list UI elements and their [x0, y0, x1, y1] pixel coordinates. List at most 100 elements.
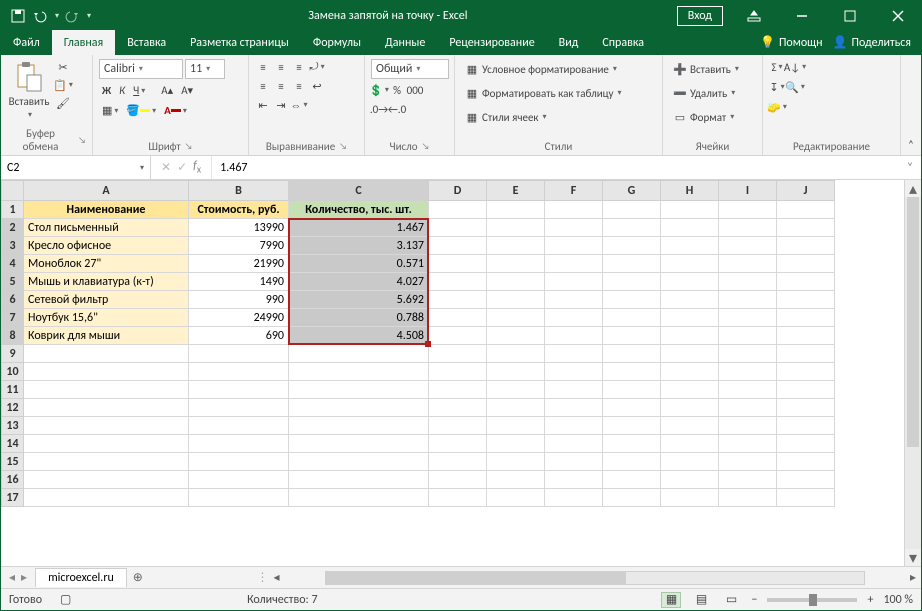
collapse-ribbon-icon[interactable]: ˄ [901, 55, 921, 155]
wrap-text-icon[interactable]: ↩ [309, 78, 325, 94]
cell[interactable]: Наименование [24, 201, 189, 219]
cell[interactable] [429, 345, 487, 363]
cell[interactable] [661, 489, 719, 507]
find-select-icon[interactable]: 🔍▾ [787, 79, 803, 95]
cell[interactable] [545, 417, 603, 435]
format-cells-button[interactable]: ▭Формат▾ [669, 107, 737, 127]
cell[interactable] [545, 345, 603, 363]
fx-icon[interactable]: fx [193, 159, 201, 175]
cell[interactable]: Кресло офисное [24, 237, 189, 255]
cell[interactable] [545, 255, 603, 273]
row-header[interactable]: 12 [2, 399, 24, 417]
cell[interactable] [661, 417, 719, 435]
cell[interactable] [24, 453, 189, 471]
cell[interactable] [24, 345, 189, 363]
tab-data[interactable]: Данные [373, 30, 437, 55]
zoom-level[interactable]: 100 % [883, 593, 913, 607]
cell[interactable] [777, 273, 835, 291]
column-header[interactable]: A [24, 181, 189, 201]
cell[interactable]: Ноутбук 15,6" [24, 309, 189, 327]
cell[interactable]: 0.571 [289, 255, 429, 273]
cell[interactable] [661, 237, 719, 255]
cell[interactable] [719, 363, 777, 381]
page-layout-view-icon[interactable]: ▤ [691, 592, 711, 608]
cell[interactable] [777, 237, 835, 255]
tab-home[interactable]: Главная [52, 30, 115, 55]
cell[interactable] [777, 255, 835, 273]
sheet-nav-next-icon[interactable]: ▸ [21, 570, 27, 585]
cell[interactable] [429, 255, 487, 273]
cell[interactable] [487, 399, 545, 417]
cell[interactable] [603, 219, 661, 237]
row-header[interactable]: 6 [2, 291, 24, 309]
cell[interactable]: 24990 [189, 309, 289, 327]
share-button[interactable]: 👤 Поделиться [833, 35, 911, 50]
cell[interactable] [603, 381, 661, 399]
formula-input[interactable]: 1.467 [212, 156, 899, 179]
cell[interactable] [429, 417, 487, 435]
column-header[interactable]: B [189, 181, 289, 201]
cell[interactable] [289, 471, 429, 489]
cell[interactable] [429, 309, 487, 327]
tab-layout[interactable]: Разметка страницы [178, 30, 301, 55]
cell[interactable] [429, 399, 487, 417]
cell[interactable]: Коврик для мыши [24, 327, 189, 345]
insert-cells-button[interactable]: ➕Вставить▾ [669, 59, 742, 79]
dialog-launcher-icon[interactable]: ↘ [422, 141, 430, 152]
cell[interactable] [719, 327, 777, 345]
dialog-launcher-icon[interactable]: ↘ [185, 141, 193, 152]
fill-icon[interactable]: ↧▾ [769, 79, 785, 95]
cut-icon[interactable]: ✂ [55, 59, 71, 75]
cell[interactable] [777, 363, 835, 381]
cell[interactable] [777, 201, 835, 219]
cell[interactable] [719, 399, 777, 417]
cell[interactable] [777, 381, 835, 399]
cell[interactable] [777, 453, 835, 471]
cell[interactable] [777, 435, 835, 453]
clear-icon[interactable]: 🧽▾ [769, 99, 785, 115]
cell[interactable] [661, 201, 719, 219]
row-header[interactable]: 15 [2, 453, 24, 471]
cell[interactable] [487, 237, 545, 255]
row-header[interactable]: 4 [2, 255, 24, 273]
zoom-in-icon[interactable]: + [867, 593, 873, 607]
enter-formula-icon[interactable]: ✓ [177, 160, 187, 175]
login-button[interactable]: Вход [677, 6, 723, 26]
scroll-left-icon[interactable]: ◂ [269, 570, 285, 585]
cell[interactable] [429, 219, 487, 237]
cell[interactable] [777, 417, 835, 435]
cell[interactable]: 21990 [189, 255, 289, 273]
cell[interactable] [545, 273, 603, 291]
cell[interactable] [487, 453, 545, 471]
cell[interactable] [545, 381, 603, 399]
cell[interactable] [487, 471, 545, 489]
row-header[interactable]: 2 [2, 219, 24, 237]
column-header[interactable]: I [719, 181, 777, 201]
column-header[interactable]: H [661, 181, 719, 201]
row-header[interactable]: 10 [2, 363, 24, 381]
decrease-decimal-icon[interactable]: ←.0 [389, 101, 405, 117]
merge-center-icon[interactable]: ⇔▾ [291, 97, 307, 113]
cell[interactable] [429, 363, 487, 381]
row-header[interactable]: 9 [2, 345, 24, 363]
cell[interactable] [545, 489, 603, 507]
cell[interactable] [487, 309, 545, 327]
cell[interactable]: 13990 [189, 219, 289, 237]
tab-review[interactable]: Рецензирование [437, 30, 546, 55]
cancel-formula-icon[interactable]: ✕ [161, 160, 171, 175]
cell[interactable] [24, 417, 189, 435]
cell[interactable] [545, 399, 603, 417]
zoom-slider[interactable] [767, 598, 857, 602]
cell[interactable] [777, 291, 835, 309]
cell[interactable] [719, 219, 777, 237]
cell[interactable] [487, 363, 545, 381]
format-painter-icon[interactable]: 🖌 [55, 95, 71, 111]
font-name-combo[interactable]: Calibri▾ [99, 59, 183, 79]
cell[interactable] [603, 327, 661, 345]
cell[interactable] [487, 435, 545, 453]
close-icon[interactable] [881, 1, 915, 30]
increase-indent-icon[interactable]: ⇥ [273, 97, 289, 113]
cell[interactable] [289, 345, 429, 363]
cell[interactable] [189, 435, 289, 453]
column-header[interactable]: J [777, 181, 835, 201]
